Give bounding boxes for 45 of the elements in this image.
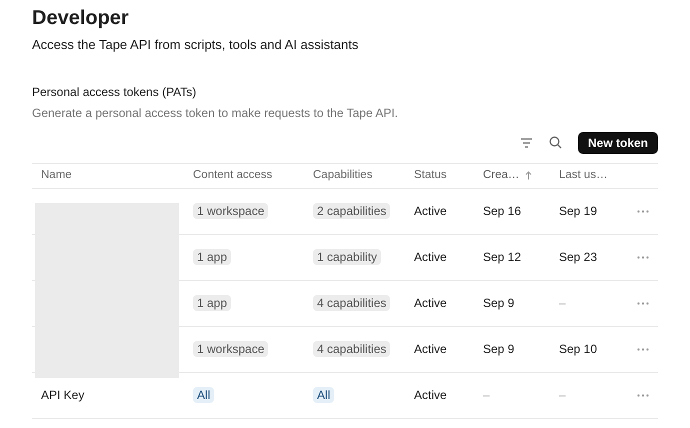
tag: 2 capabilities: [313, 203, 390, 219]
more-options-icon[interactable]: [637, 256, 649, 258]
search-icon[interactable]: [548, 136, 562, 149]
tag: 1 app: [193, 295, 232, 311]
more-options-icon[interactable]: [637, 348, 649, 350]
status-text: Active: [414, 342, 447, 356]
column-header[interactable]: Name: [41, 166, 72, 184]
status-text: Active: [414, 204, 447, 218]
status-text: Active: [414, 296, 447, 310]
tag: 1 app: [193, 249, 232, 265]
date-text: –: [559, 296, 566, 310]
more-options-icon[interactable]: [637, 394, 649, 396]
new-token-button[interactable]: New token: [578, 132, 658, 154]
section-title: Personal access tokens (PATs): [32, 84, 198, 100]
column-header[interactable]: Content access: [193, 166, 272, 184]
column-header[interactable]: Crea…: [483, 166, 520, 184]
tag: 4 capabilities: [313, 341, 390, 357]
date-text: –: [559, 388, 566, 402]
status-text: Active: [414, 250, 447, 264]
date-text: Sep 9: [483, 342, 514, 356]
date-text: Sep 19: [559, 204, 598, 218]
date-text: Sep 10: [559, 342, 598, 356]
tag: 4 capabilities: [313, 295, 390, 311]
page-subtitle: Access the Tape API from scripts, tools and AI assistants: [32, 36, 360, 54]
sort-arrow-icon: [525, 171, 532, 180]
status-text: Active: [414, 388, 447, 402]
tag: All: [193, 387, 214, 403]
date-text: Sep 12: [483, 250, 522, 264]
more-options-icon[interactable]: [637, 302, 649, 304]
section-description: Generate a personal access token to make requests to the Tape API.: [32, 104, 399, 122]
tag: 1 capability: [313, 249, 382, 265]
date-text: Sep 9: [483, 296, 514, 310]
token-name: API Key: [41, 388, 84, 402]
column-header[interactable]: Status: [414, 166, 447, 184]
date-text: –: [483, 388, 490, 402]
tag: All: [313, 387, 334, 403]
column-header[interactable]: Capabilities: [313, 166, 372, 184]
date-text: Sep 16: [483, 204, 522, 218]
more-options-icon[interactable]: [637, 210, 649, 212]
column-header[interactable]: Last us…: [559, 166, 608, 184]
filter-icon[interactable]: [520, 138, 533, 148]
date-text: Sep 23: [559, 250, 598, 264]
tag: 1 workspace: [193, 341, 268, 357]
tag: 1 workspace: [193, 203, 268, 219]
page-title: Developer: [32, 6, 130, 31]
